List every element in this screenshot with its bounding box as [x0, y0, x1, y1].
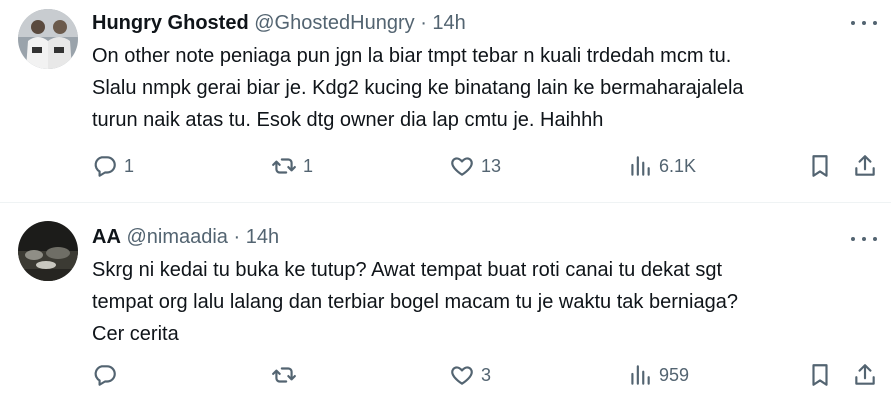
tweet-text: On other note peniaga pun jgn la biar tm…: [92, 40, 862, 136]
separator: ·: [420, 12, 427, 34]
separator: ·: [233, 226, 241, 248]
tweet-text-line: Cer cerita: [92, 323, 179, 345]
like-button[interactable]: 13: [449, 152, 501, 180]
retweet-count: 1: [303, 155, 314, 176]
reply-icon: [94, 156, 116, 177]
tweet[interactable]: Hungry Ghosted @GhostedHungry · 14h On o…: [0, 0, 891, 203]
view-count: 959: [659, 364, 690, 385]
tweet-text: Skrg ni kedai tu buka ke tutup? Awat tem…: [92, 254, 862, 350]
author-name[interactable]: AA: [92, 226, 121, 248]
bookmark-icon: [812, 364, 828, 386]
author-handle[interactable]: @GhostedHungry: [254, 12, 414, 34]
heart-icon: [451, 157, 473, 176]
tweet[interactable]: AA @nimaadia · 14h Skrg ni kedai tu buka…: [0, 203, 891, 412]
retweet-icon: [272, 158, 296, 174]
tweet-header: Hungry Ghosted @GhostedHungry · 14h: [92, 11, 466, 35]
views-button[interactable]: 6.1K: [627, 152, 696, 180]
more-icon[interactable]: [851, 229, 877, 249]
author-name[interactable]: Hungry Ghosted: [92, 12, 249, 34]
avatar[interactable]: [18, 221, 78, 281]
tweet-text-line: Skrg ni kedai tu buka ke tutup? Awat tem…: [92, 259, 723, 281]
tweet-actions: 1 1 13 6.1K: [92, 152, 877, 180]
bookmark-icon: [812, 155, 828, 177]
view-count: 6.1K: [659, 155, 697, 176]
tweet-text-line: On other note peniaga pun jgn la biar tm…: [92, 45, 732, 67]
retweet-button[interactable]: 1: [271, 152, 313, 180]
share-icon: [855, 364, 875, 385]
like-count: 13: [481, 155, 502, 176]
reply-button[interactable]: [92, 361, 124, 389]
reply-count: 1: [124, 155, 135, 176]
avatar[interactable]: [18, 9, 78, 69]
views-icon: [631, 365, 650, 385]
like-count: 3: [481, 364, 492, 385]
more-icon[interactable]: [851, 13, 877, 33]
views-icon: [631, 156, 650, 176]
share-icon: [855, 155, 875, 176]
timestamp[interactable]: 14h: [432, 12, 465, 34]
author-handle[interactable]: @nimaadia: [126, 226, 227, 248]
timestamp[interactable]: 14h: [246, 226, 279, 248]
views-button[interactable]: 959: [627, 361, 689, 389]
tweet-text-line: turun naik atas tu. Esok dtg owner dia l…: [92, 109, 604, 131]
bookmark-button[interactable]: [807, 361, 833, 389]
reply-icon: [94, 365, 116, 386]
share-button[interactable]: [852, 152, 878, 180]
reply-button[interactable]: 1: [92, 152, 134, 180]
share-button[interactable]: [852, 361, 878, 389]
retweet-button[interactable]: [271, 361, 303, 389]
tweet-header: AA @nimaadia · 14h: [92, 225, 279, 249]
like-button[interactable]: 3: [449, 361, 491, 389]
heart-icon: [451, 366, 473, 385]
retweet-icon: [272, 367, 296, 383]
tweet-actions: 3 959: [92, 361, 877, 389]
bookmark-button[interactable]: [807, 152, 833, 180]
tweet-text-line: tempat org lalu lalang dan terbiar bogel…: [92, 291, 738, 313]
tweet-text-line: Slalu nmpk gerai biar je. Kdg2 kucing ke…: [92, 77, 744, 99]
